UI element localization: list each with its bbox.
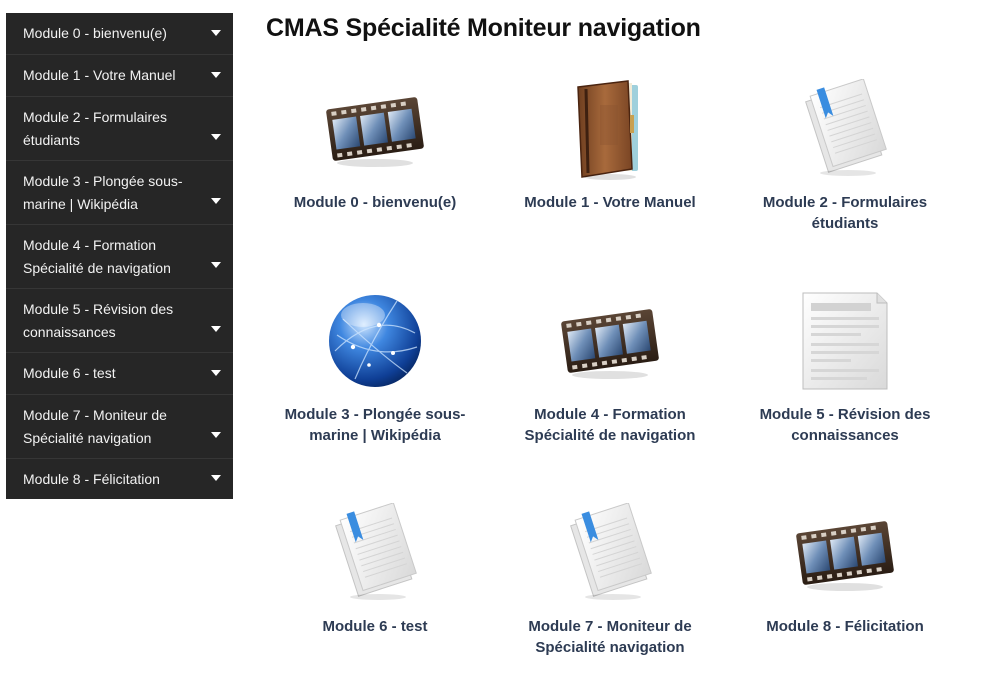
document-bookmark-icon[interactable] <box>790 74 900 184</box>
module-tile-label[interactable]: Module 1 - Votre Manuel <box>505 192 715 213</box>
caret-down-icon[interactable] <box>211 72 221 78</box>
caret-down-icon[interactable] <box>211 326 221 332</box>
module-tile-label[interactable]: Module 6 - test <box>270 616 480 637</box>
sidebar-item-label: Module 3 - Plongée sous-marine | Wikipéd… <box>23 172 183 212</box>
sidebar-item-label: Module 0 - bienvenu(e) <box>23 25 167 41</box>
sidebar-item-module-7[interactable]: Module 7 - Moniteur de Spécialité naviga… <box>6 395 233 459</box>
sidebar-item-label: Module 5 - Révision des connaissances <box>23 300 174 340</box>
module-tile-label[interactable]: Module 7 - Moniteur de Spécialité naviga… <box>505 616 715 658</box>
module-tile-label[interactable]: Module 2 - Formulaires étudiants <box>740 192 950 234</box>
caret-down-icon[interactable] <box>211 30 221 36</box>
sidebar-item-module-0[interactable]: Module 0 - bienvenu(e) <box>6 13 233 55</box>
module-tile-label[interactable]: Module 3 - Plongée sous-marine | Wikipéd… <box>270 404 480 446</box>
document-bookmark-icon[interactable] <box>320 498 430 608</box>
film-strip-icon[interactable] <box>555 286 665 396</box>
sidebar-item-module-2[interactable]: Module 2 - Formulaires étudiants <box>6 97 233 161</box>
caret-down-icon[interactable] <box>211 475 221 481</box>
document-bookmark-icon[interactable] <box>555 498 665 608</box>
sidebar-item-label: Module 7 - Moniteur de Spécialité naviga… <box>23 406 167 446</box>
caret-down-icon[interactable] <box>211 432 221 438</box>
module-tile-8[interactable]: Module 8 - Félicitation <box>740 498 950 637</box>
caret-down-icon[interactable] <box>211 370 221 376</box>
text-document-icon[interactable] <box>790 286 900 396</box>
module-tile-2[interactable]: Module 2 - Formulaires étudiants <box>740 74 950 234</box>
book-icon[interactable] <box>555 74 665 184</box>
sidebar-item-module-6[interactable]: Module 6 - test <box>6 353 233 395</box>
module-tile-4[interactable]: Module 4 - Formation Spécialité de navig… <box>505 286 715 446</box>
sidebar-item-module-1[interactable]: Module 1 - Votre Manuel <box>6 55 233 97</box>
sidebar-item-module-8[interactable]: Module 8 - Félicitation <box>6 459 233 499</box>
module-tile-7[interactable]: Module 7 - Moniteur de Spécialité naviga… <box>505 498 715 658</box>
caret-down-icon[interactable] <box>211 198 221 204</box>
module-tile-6[interactable]: Module 6 - test <box>270 498 480 637</box>
module-tile-0[interactable]: Module 0 - bienvenu(e) <box>270 74 480 213</box>
module-tile-5[interactable]: Module 5 - Révision des connaissances <box>740 286 950 446</box>
caret-down-icon[interactable] <box>211 262 221 268</box>
module-tile-3[interactable]: Module 3 - Plongée sous-marine | Wikipéd… <box>270 286 480 446</box>
sidebar-item-module-4[interactable]: Module 4 - Formation Spécialité de navig… <box>6 225 233 289</box>
globe-icon[interactable] <box>320 286 430 396</box>
film-strip-icon[interactable] <box>320 74 430 184</box>
sidebar-item-label: Module 2 - Formulaires étudiants <box>23 108 167 148</box>
caret-down-icon[interactable] <box>211 134 221 140</box>
sidebar-item-module-5[interactable]: Module 5 - Révision des connaissances <box>6 289 233 353</box>
sidebar-item-label: Module 1 - Votre Manuel <box>23 67 176 83</box>
module-tile-label[interactable]: Module 5 - Révision des connaissances <box>740 404 950 446</box>
module-tile-label[interactable]: Module 4 - Formation Spécialité de navig… <box>505 404 715 446</box>
sidebar-menu: Module 0 - bienvenu(e) Module 1 - Votre … <box>6 13 233 499</box>
film-strip-icon[interactable] <box>790 498 900 608</box>
sidebar-item-label: Module 6 - test <box>23 365 116 381</box>
sidebar-item-label: Module 8 - Félicitation <box>23 470 160 487</box>
module-tile-label[interactable]: Module 8 - Félicitation <box>740 616 950 637</box>
module-tile-1[interactable]: Module 1 - Votre Manuel <box>505 74 715 213</box>
page-title: CMAS Spécialité Moniteur navigation <box>266 14 701 42</box>
sidebar-item-label: Module 4 - Formation Spécialité de navig… <box>23 236 171 276</box>
module-tile-label[interactable]: Module 0 - bienvenu(e) <box>270 192 480 213</box>
sidebar-item-module-3[interactable]: Module 3 - Plongée sous-marine | Wikipéd… <box>6 161 233 225</box>
